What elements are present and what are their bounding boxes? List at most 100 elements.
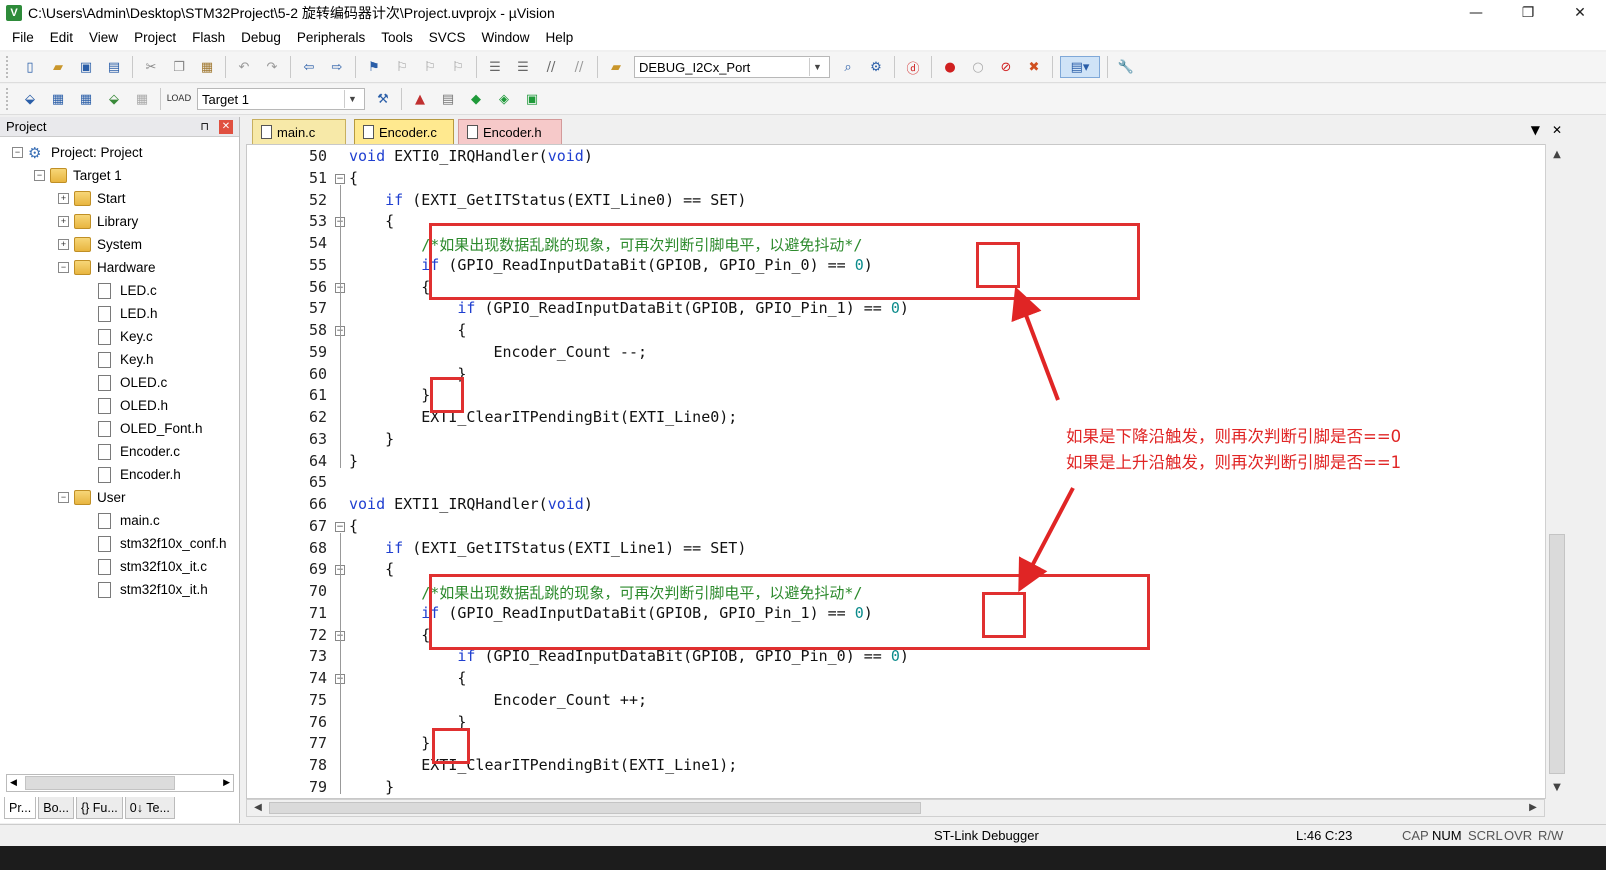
tab-encoder-c[interactable]: Encoder.c xyxy=(354,119,454,144)
find-icon[interactable]: ⌕ xyxy=(837,56,859,78)
manage-project-items-icon[interactable]: ▲ xyxy=(409,88,431,110)
tree-file[interactable]: Key.c xyxy=(0,325,239,348)
select-packs-icon[interactable]: ◈ xyxy=(493,88,515,110)
save-icon[interactable]: ▣ xyxy=(75,56,97,78)
minimize-button[interactable]: — xyxy=(1450,0,1502,26)
cut-icon[interactable]: ✂ xyxy=(140,56,162,78)
code-line[interactable]: Encoder_Count --; xyxy=(349,343,647,361)
find-combo[interactable]: DEBUG_I2Cx_Port ▼ xyxy=(634,56,830,78)
code-line[interactable]: { xyxy=(349,278,430,296)
code-line[interactable]: { xyxy=(349,626,430,644)
project-horizontal-scrollbar[interactable]: ◀ ▶ xyxy=(6,774,234,792)
code-line[interactable]: { xyxy=(349,169,358,187)
tree-file[interactable]: stm32f10x_conf.h xyxy=(0,532,239,555)
find-in-files-icon[interactable]: ▰ xyxy=(605,56,627,78)
code-line[interactable]: { xyxy=(349,321,466,339)
tree-file[interactable]: stm32f10x_it.c xyxy=(0,555,239,578)
menu-flash[interactable]: Flash xyxy=(184,26,233,50)
code-line[interactable]: { xyxy=(349,212,394,230)
breakpoint-insert-icon[interactable]: ● xyxy=(939,56,961,78)
debug-session-icon[interactable]: ⓓ xyxy=(902,56,924,78)
tab-encoder-h[interactable]: Encoder.h xyxy=(458,119,562,144)
chevron-down-icon[interactable]: ▼ xyxy=(809,58,825,76)
menu-project[interactable]: Project xyxy=(126,26,184,50)
scroll-left-icon[interactable]: ◀ xyxy=(249,800,267,816)
scroll-right-icon[interactable]: ▶ xyxy=(1524,800,1542,816)
tree-file[interactable]: stm32f10x_it.h xyxy=(0,578,239,601)
tree-file[interactable]: LED.h xyxy=(0,302,239,325)
navigate-forward-icon[interactable]: ⇨ xyxy=(326,56,348,78)
editor-horizontal-scrollbar[interactable]: ◀ ▶ xyxy=(246,799,1545,817)
expand-icon[interactable]: + xyxy=(58,239,69,250)
code-line[interactable]: Encoder_Count ++; xyxy=(349,691,647,709)
breakpoint-disable-all-icon[interactable]: ⊘ xyxy=(995,56,1017,78)
tree-item-user[interactable]: − User xyxy=(0,486,239,509)
scroll-up-icon[interactable]: ▲ xyxy=(1546,146,1568,164)
tree-file[interactable]: LED.c xyxy=(0,279,239,302)
expand-icon[interactable]: + xyxy=(58,216,69,227)
collapse-icon[interactable]: − xyxy=(12,147,23,158)
code-line[interactable]: { xyxy=(349,669,466,687)
code-line[interactable]: } xyxy=(349,452,358,470)
scroll-thumb[interactable] xyxy=(1549,534,1565,774)
scroll-thumb[interactable] xyxy=(25,776,175,790)
open-folder-icon[interactable]: ▰ xyxy=(47,56,69,78)
new-file-icon[interactable]: ▯ xyxy=(19,56,41,78)
target-combo[interactable]: Target 1 ▼ xyxy=(197,88,365,110)
close-button[interactable]: ✕ xyxy=(1554,0,1606,26)
code-line[interactable]: } xyxy=(349,430,394,448)
configure-icon[interactable]: 🔧 xyxy=(1115,56,1137,78)
tree-item-library[interactable]: + Library xyxy=(0,210,239,233)
tree-file[interactable]: main.c xyxy=(0,509,239,532)
menu-tools[interactable]: Tools xyxy=(373,26,421,50)
collapse-icon[interactable]: − xyxy=(58,492,69,503)
scroll-down-icon[interactable]: ▼ xyxy=(1546,779,1568,797)
toolbar-grip[interactable] xyxy=(6,56,10,78)
menu-window[interactable]: Window xyxy=(473,26,537,50)
manage-multi-project-icon[interactable]: ▤ xyxy=(437,88,459,110)
incremental-find-icon[interactable]: ⚙ xyxy=(865,56,887,78)
bookmark-toggle-icon[interactable]: ⚑ xyxy=(363,56,385,78)
code-line[interactable]: void EXTI0_IRQHandler(void) xyxy=(349,147,593,165)
menu-edit[interactable]: Edit xyxy=(42,26,81,50)
tree-item-hardware[interactable]: − Hardware xyxy=(0,256,239,279)
batch-build-icon[interactable]: ⬙ xyxy=(103,88,125,110)
target-options-icon[interactable]: ⚒ xyxy=(372,88,394,110)
scroll-right-icon[interactable]: ▶ xyxy=(223,778,230,788)
menu-file[interactable]: File xyxy=(4,26,42,50)
tree-file[interactable]: Key.h xyxy=(0,348,239,371)
expand-icon[interactable]: + xyxy=(58,193,69,204)
manage-rte-icon[interactable]: ◆ xyxy=(465,88,487,110)
tree-file[interactable]: OLED_Font.h xyxy=(0,417,239,440)
code-line[interactable]: EXTI_ClearITPendingBit(EXTI_Line1); xyxy=(349,756,737,774)
uncomment-icon[interactable]: // xyxy=(568,56,590,78)
bookmark-prev-icon[interactable]: ⚐ xyxy=(391,56,413,78)
close-icon[interactable]: ✕ xyxy=(219,119,233,134)
fold-collapse-icon[interactable]: − xyxy=(335,521,345,532)
tree-file[interactable]: Encoder.h xyxy=(0,463,239,486)
paste-icon[interactable]: ▦ xyxy=(196,56,218,78)
comment-icon[interactable]: // xyxy=(540,56,562,78)
tree-item-start[interactable]: + Start xyxy=(0,187,239,210)
chevron-down-icon[interactable]: ▼ xyxy=(344,90,360,108)
code-line[interactable]: if (EXTI_GetITStatus(EXTI_Line0) == SET) xyxy=(349,191,746,209)
pack-installer-icon[interactable]: ▣ xyxy=(521,88,543,110)
code-line[interactable]: } xyxy=(349,734,430,752)
tree-file[interactable]: Encoder.c xyxy=(0,440,239,463)
download-load-icon[interactable]: LOAD xyxy=(167,88,192,110)
code-line[interactable]: } xyxy=(349,386,430,404)
pin-icon[interactable]: ⊓ xyxy=(200,120,209,133)
toolbar-grip[interactable] xyxy=(6,88,10,110)
navigate-back-icon[interactable]: ⇦ xyxy=(298,56,320,78)
tab-project[interactable]: Pr... xyxy=(4,797,37,819)
menu-view[interactable]: View xyxy=(81,26,126,50)
menu-peripherals[interactable]: Peripherals xyxy=(289,26,373,50)
code-line[interactable]: void EXTI1_IRQHandler(void) xyxy=(349,495,593,513)
save-all-icon[interactable]: ▤ xyxy=(103,56,125,78)
redo-icon[interactable]: ↷ xyxy=(261,56,283,78)
rebuild-icon[interactable]: ▦ xyxy=(75,88,97,110)
indent-icon[interactable]: ☰ xyxy=(484,56,506,78)
tab-functions[interactable]: {} Fu... xyxy=(75,797,123,819)
build-icon[interactable]: ▦ xyxy=(47,88,69,110)
stop-build-icon[interactable]: ▦ xyxy=(131,88,153,110)
